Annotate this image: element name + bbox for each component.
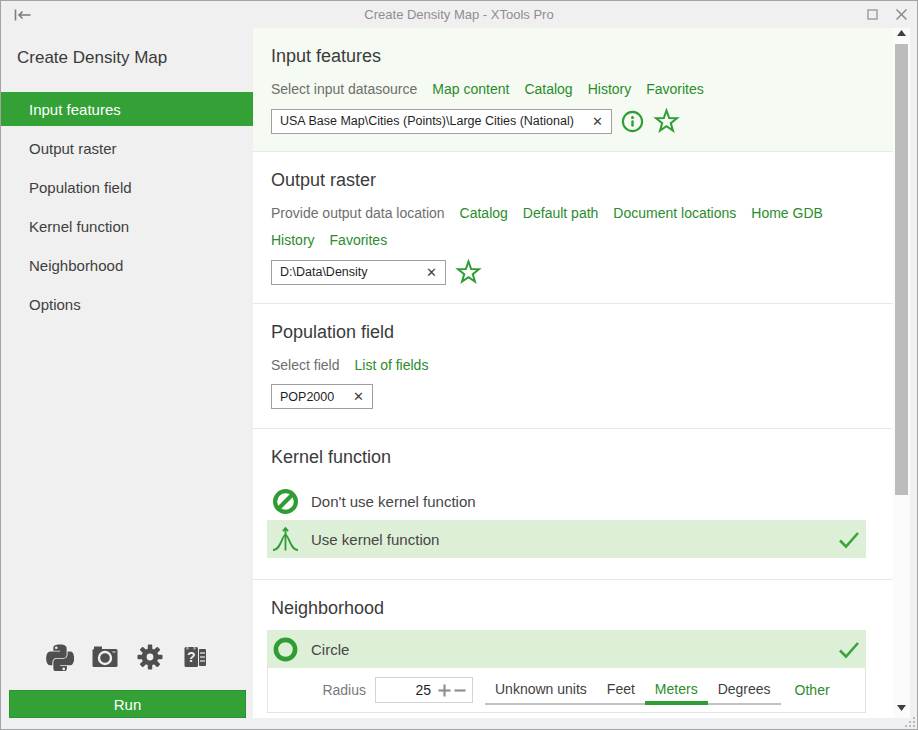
link-map-content[interactable]: Map content <box>432 80 509 98</box>
tab-feet[interactable]: Feet <box>597 675 645 703</box>
option-dont-use-kernel[interactable]: Don't use kernel function <box>267 486 866 516</box>
section-title: Neighborhood <box>271 596 893 620</box>
link-history[interactable]: History <box>588 80 632 98</box>
python-icon[interactable] <box>46 643 74 671</box>
svg-text:?: ? <box>187 649 196 665</box>
tab-degrees[interactable]: Degrees <box>708 675 781 703</box>
run-button[interactable]: Run <box>9 690 246 718</box>
kernel-function-icon <box>272 526 299 553</box>
decrement-icon[interactable] <box>454 684 466 697</box>
sidebar-title: Create Density Map <box>17 48 253 68</box>
population-field-input[interactable]: POP2000 ✕ <box>271 384 373 409</box>
window-right-frame <box>910 28 917 718</box>
close-button[interactable] <box>895 8 908 21</box>
sidebar-item-input-features[interactable]: Input features <box>1 92 253 126</box>
check-icon <box>838 640 860 659</box>
sidebar: Create Density Map Input features Output… <box>1 28 253 718</box>
sidebar-item-options[interactable]: Options <box>1 287 253 321</box>
link-favorites[interactable]: Favorites <box>330 231 388 249</box>
sidebar-item-kernel-function[interactable]: Kernel function <box>1 209 253 243</box>
link-catalog[interactable]: Catalog <box>460 204 508 222</box>
section-output-raster: Output raster Provide output data locati… <box>253 152 893 304</box>
input-datasource-label: Select input datasource <box>271 80 417 98</box>
link-favorites[interactable]: Favorites <box>646 80 704 98</box>
sidebar-item-output-raster[interactable]: Output raster <box>1 131 253 165</box>
help-icon[interactable]: ? <box>181 643 209 671</box>
check-icon <box>838 530 860 549</box>
link-home-gdb[interactable]: Home GDB <box>751 204 823 222</box>
link-document-locations[interactable]: Document locations <box>613 204 736 222</box>
option-circle[interactable]: Circle <box>267 630 866 668</box>
circle-icon <box>272 636 299 663</box>
radius-panel: Radius 25 Unknown units Feet Meters <box>267 668 866 713</box>
select-field-label: Select field <box>271 356 339 374</box>
collapse-panel-icon[interactable] <box>13 8 33 22</box>
increment-icon[interactable] <box>438 684 451 697</box>
camera-icon[interactable] <box>91 643 119 671</box>
section-title: Kernel function <box>271 445 893 469</box>
link-catalog[interactable]: Catalog <box>524 80 572 98</box>
favorite-star-icon[interactable] <box>653 108 680 134</box>
window-bottom-frame <box>1 718 917 729</box>
no-kernel-icon <box>272 488 299 515</box>
tab-unknown-units[interactable]: Unknown units <box>485 675 597 703</box>
link-list-of-fields[interactable]: List of fields <box>354 356 428 374</box>
units-tabs: Unknown units Feet Meters Degrees <box>485 675 781 705</box>
scroll-up-icon[interactable] <box>897 30 906 36</box>
link-default-path[interactable]: Default path <box>523 204 599 222</box>
output-raster-field[interactable]: D:\Data\Density ✕ <box>271 260 446 285</box>
output-location-label: Provide output data location <box>271 204 445 222</box>
main-content: Input features Select input datasource M… <box>253 28 893 718</box>
favorite-star-icon[interactable] <box>455 259 482 285</box>
sidebar-nav: Input features Output raster Population … <box>1 92 253 326</box>
section-title: Population field <box>271 320 893 344</box>
option-use-kernel[interactable]: Use kernel function <box>267 520 866 558</box>
gear-icon[interactable] <box>136 643 164 671</box>
section-input-features: Input features Select input datasource M… <box>253 28 893 152</box>
titlebar: Create Density Map - XTools Pro <box>1 1 917 28</box>
scrollbar[interactable] <box>893 28 910 718</box>
maximize-button[interactable] <box>867 9 878 20</box>
section-kernel-function: Kernel function Don't use kernel functio… <box>253 429 893 580</box>
clear-icon[interactable]: ✕ <box>584 114 603 129</box>
section-neighborhood: Neighborhood Circle Radius 25 <box>253 580 893 718</box>
radius-input[interactable]: 25 <box>375 677 473 703</box>
scrollbar-thumb[interactable] <box>895 44 908 495</box>
scroll-down-icon[interactable] <box>897 705 906 711</box>
xtools-create-density-map-window: Create Density Map - XTools Pro Create D… <box>0 0 918 730</box>
clear-icon[interactable]: ✕ <box>418 265 437 280</box>
sidebar-item-population-field[interactable]: Population field <box>1 170 253 204</box>
resize-grip[interactable] <box>905 717 916 728</box>
section-title: Input features <box>271 44 893 68</box>
sidebar-item-neighborhood[interactable]: Neighborhood <box>1 248 253 282</box>
section-population-field: Population field Select field List of fi… <box>253 304 893 429</box>
link-history[interactable]: History <box>271 231 315 249</box>
window-title: Create Density Map - XTools Pro <box>1 7 917 22</box>
radius-label: Radius <box>268 682 366 698</box>
info-icon[interactable] <box>621 110 644 133</box>
tab-meters[interactable]: Meters <box>645 675 708 703</box>
link-other-units[interactable]: Other <box>795 682 830 698</box>
input-features-field[interactable]: USA Base Map\Cities (Points)\Large Citie… <box>271 109 612 134</box>
section-title: Output raster <box>271 168 893 192</box>
clear-icon[interactable]: ✕ <box>345 389 364 404</box>
